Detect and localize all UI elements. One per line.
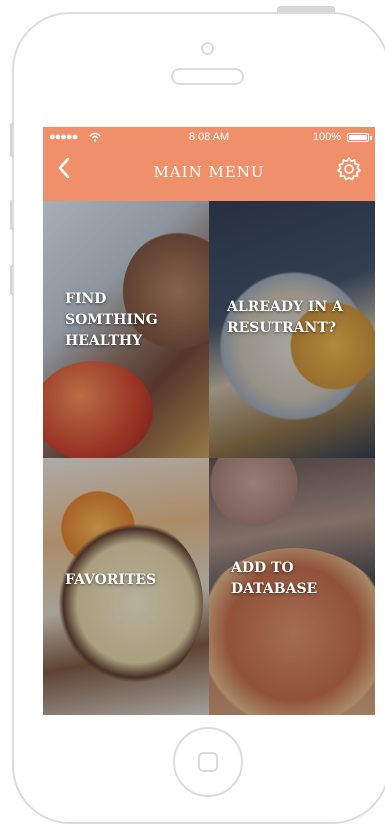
page-title: MAIN MENU bbox=[153, 163, 265, 181]
tile-label-line: ADD TO bbox=[231, 560, 294, 576]
tile-label-line: ALREADY IN A bbox=[227, 299, 343, 315]
gear-icon bbox=[337, 157, 361, 181]
tile-label: FAVORITES bbox=[65, 570, 156, 591]
tile-already-in-restaurant[interactable]: ALREADY IN A RESUTRANT? bbox=[209, 201, 375, 458]
tile-find-something-healthy[interactable]: FIND SOMTHING HEALTHY bbox=[43, 201, 209, 458]
home-button[interactable] bbox=[173, 727, 243, 797]
battery-tip bbox=[370, 136, 372, 140]
menu-grid: FIND SOMTHING HEALTHY ALREADY IN A RESUT… bbox=[43, 201, 375, 715]
tile-label: ALREADY IN A RESUTRANT? bbox=[227, 297, 343, 339]
tile-label: ADD TO DATABASE bbox=[231, 558, 317, 600]
status-bar: ●●●●● 8:08 AM 100% bbox=[43, 127, 375, 149]
settings-button[interactable] bbox=[335, 155, 363, 183]
battery-icon bbox=[347, 133, 369, 142]
tile-label-line: FAVORITES bbox=[65, 572, 157, 588]
tile-label-line: SOMTHING bbox=[65, 312, 158, 328]
tile-label: FIND SOMTHING HEALTHY bbox=[65, 289, 158, 352]
home-square-icon bbox=[198, 752, 218, 772]
front-camera bbox=[201, 42, 214, 55]
tile-label-line: HEALTHY bbox=[65, 333, 143, 349]
earpiece-speaker bbox=[171, 68, 244, 85]
battery-percent: 100% bbox=[312, 131, 341, 143]
tile-favorites[interactable]: FAVORITES bbox=[43, 458, 209, 715]
tile-label-line: DATABASE bbox=[231, 581, 318, 597]
app-screen: ●●●●● 8:08 AM 100% MAIN MENU FIND SOMTHI… bbox=[43, 127, 375, 715]
nav-bar: ●●●●● 8:08 AM 100% MAIN MENU bbox=[43, 127, 375, 201]
tile-label-line: FIND bbox=[65, 291, 107, 307]
tile-label-line: RESUTRANT? bbox=[227, 320, 336, 336]
tile-add-to-database[interactable]: ADD TO DATABASE bbox=[209, 458, 375, 715]
